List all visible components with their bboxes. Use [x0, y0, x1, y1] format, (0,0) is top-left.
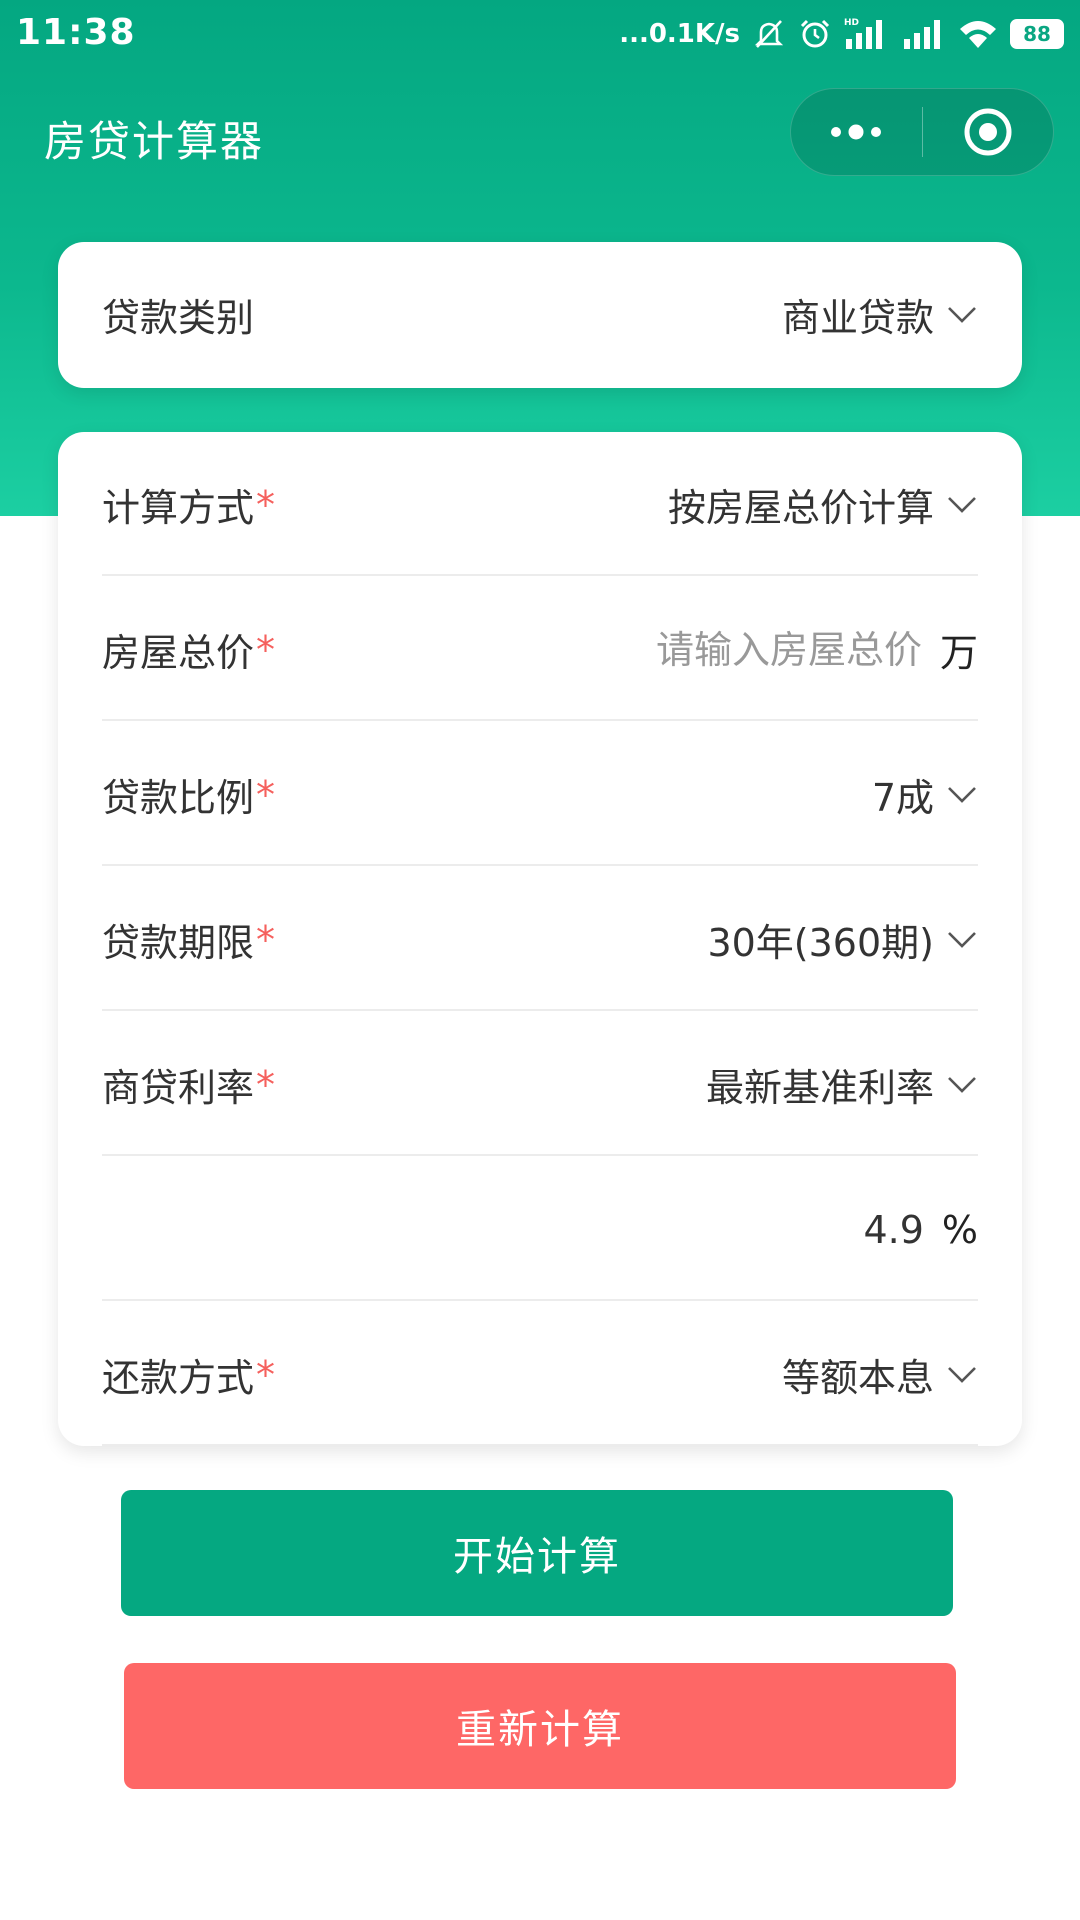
divider — [102, 1444, 978, 1446]
close-mini-program-button[interactable] — [923, 88, 1054, 176]
required-mark: * — [256, 917, 276, 962]
more-dots-icon — [831, 124, 882, 140]
target-close-icon — [964, 108, 1012, 156]
reset-button[interactable]: 重新计算 — [124, 1663, 956, 1789]
house-price-unit: 万 — [939, 631, 978, 675]
calc-method-select[interactable]: 按房屋总价计算 — [668, 477, 978, 532]
wifi-icon — [958, 17, 998, 51]
loan-ratio-label: 贷款比例 — [102, 776, 255, 820]
status-bar: 11:38 ...0.1K/s HD 88 — [0, 0, 1080, 66]
chevron-down-icon — [946, 1365, 978, 1385]
rate-type-label: 商贷利率 — [102, 1066, 255, 1110]
loan-term-label: 贷款期限 — [102, 921, 255, 965]
signal-hd-icon: HD — [844, 17, 890, 51]
chevron-down-icon — [946, 930, 978, 950]
page-title: 房贷计算器 — [44, 117, 265, 166]
required-mark: * — [256, 1062, 276, 1107]
chevron-down-icon — [946, 785, 978, 805]
required-mark: * — [256, 1352, 276, 1397]
mini-program-capsule — [790, 88, 1054, 176]
divider — [102, 1299, 978, 1301]
divider — [102, 719, 978, 721]
loan-term-value: 30年(360期) — [707, 921, 934, 965]
required-mark: * — [256, 627, 276, 672]
calculate-button[interactable]: 开始计算 — [121, 1490, 953, 1616]
signal-icon — [902, 17, 946, 51]
calc-method-row[interactable]: 计算方式 * 按房屋总价计算 — [102, 432, 978, 577]
divider — [102, 1009, 978, 1011]
loan-form-card: 计算方式* 按房屋总价计算 房屋总价* 万 贷款比例* 7成 贷款期限* 30年… — [58, 432, 1022, 1446]
repay-method-select[interactable]: 等额本息 — [782, 1347, 978, 1402]
loan-term-select[interactable]: 30年(360期) — [707, 912, 978, 967]
calc-method-value: 按房屋总价计算 — [667, 486, 934, 530]
loan-type-select[interactable]: 商业贷款 — [782, 287, 978, 342]
rate-type-row[interactable]: 商贷利率 * 最新基准利率 — [102, 1012, 978, 1157]
rate-value-input-wrap: % — [523, 1207, 978, 1252]
house-price-input[interactable] — [521, 627, 922, 672]
divider — [102, 574, 978, 576]
more-button[interactable] — [791, 88, 922, 176]
status-icons: ...0.1K/s HD 88 — [619, 14, 1064, 54]
repay-method-row[interactable]: 还款方式 * 等额本息 — [102, 1302, 978, 1446]
loan-type-card: 贷款类别 商业贷款 — [58, 242, 1022, 388]
required-mark: * — [256, 482, 276, 527]
network-speed: ...0.1K/s — [619, 19, 740, 49]
loan-ratio-select[interactable]: 7成 — [872, 767, 978, 822]
loan-type-label: 贷款类别 — [102, 296, 255, 340]
required-mark: * — [256, 772, 276, 817]
rate-type-select[interactable]: 最新基准利率 — [706, 1057, 978, 1112]
loan-ratio-row[interactable]: 贷款比例 * 7成 — [102, 722, 978, 867]
divider — [102, 1154, 978, 1156]
loan-type-row[interactable]: 贷款类别 商业贷款 — [102, 242, 978, 387]
calc-method-label: 计算方式 — [102, 486, 255, 530]
divider — [102, 864, 978, 866]
loan-ratio-value: 7成 — [871, 776, 934, 820]
battery-icon: 88 — [1010, 19, 1064, 49]
chevron-down-icon — [946, 305, 978, 325]
svg-text:HD: HD — [844, 18, 859, 28]
loan-term-row[interactable]: 贷款期限 * 30年(360期) — [102, 867, 978, 1012]
chevron-down-icon — [946, 1075, 978, 1095]
loan-type-value: 商业贷款 — [781, 296, 934, 340]
alarm-icon — [798, 17, 832, 51]
chevron-down-icon — [946, 495, 978, 515]
rate-value-input[interactable] — [523, 1207, 924, 1252]
repay-method-label: 还款方式 — [102, 1356, 255, 1400]
repay-method-value: 等额本息 — [781, 1356, 934, 1400]
rate-type-value: 最新基准利率 — [705, 1066, 934, 1110]
house-price-label: 房屋总价 — [102, 631, 255, 675]
mute-icon — [752, 17, 786, 51]
house-price-row: 房屋总价* 万 — [102, 577, 978, 722]
house-price-input-wrap: 万 — [521, 622, 978, 677]
status-time: 11:38 — [16, 12, 136, 53]
rate-value-unit: % — [941, 1207, 978, 1252]
rate-value-row: % — [102, 1157, 978, 1302]
